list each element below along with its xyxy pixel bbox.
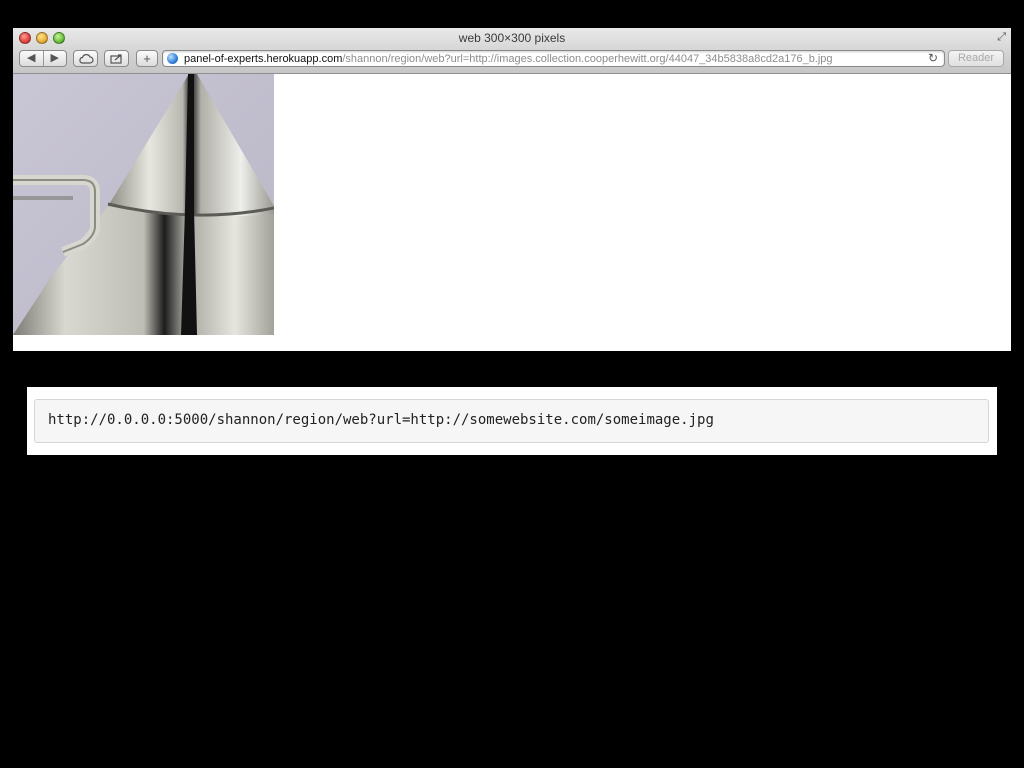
address-url: panel-of-experts.herokuapp.com/shannon/r… (184, 52, 924, 66)
example-url: http://0.0.0.0:5000/shannon/region/web?u… (48, 412, 714, 428)
url-path: /shannon/region/web?url=http://images.co… (342, 53, 833, 65)
icloud-icon (78, 53, 94, 64)
url-host: panel-of-experts.herokuapp.com (184, 53, 343, 65)
icloud-tabs-button[interactable] (73, 50, 98, 67)
add-bookmark-button[interactable]: + (136, 50, 158, 67)
fullscreen-icon[interactable]: ⤢ (997, 31, 1006, 44)
reader-button[interactable]: Reader (948, 50, 1004, 67)
address-bar[interactable]: panel-of-experts.herokuapp.com/shannon/r… (162, 50, 945, 67)
share-button[interactable] (104, 50, 129, 67)
share-icon (109, 54, 122, 64)
code-block: http://0.0.0.0:5000/shannon/region/web?u… (34, 399, 989, 443)
code-panel: http://0.0.0.0:5000/shannon/region/web?u… (27, 387, 997, 455)
back-icon[interactable]: ◀ (20, 51, 43, 66)
forward-icon[interactable]: ▶ (42, 51, 67, 66)
kettle-image (13, 74, 274, 335)
globe-icon (167, 53, 178, 64)
back-forward-buttons: ◀ ▶ (19, 50, 67, 67)
window-title: web 300×300 pixels (458, 31, 566, 45)
browser-toolbar: web 300×300 pixels ⤢ ◀ ▶ + panel-of-expe… (13, 28, 1011, 74)
page-content (13, 74, 1011, 351)
browser-window: web 300×300 pixels ⤢ ◀ ▶ + panel-of-expe… (13, 28, 1011, 351)
add-icon: + (143, 51, 151, 66)
reload-icon[interactable]: ↻ (928, 51, 938, 66)
